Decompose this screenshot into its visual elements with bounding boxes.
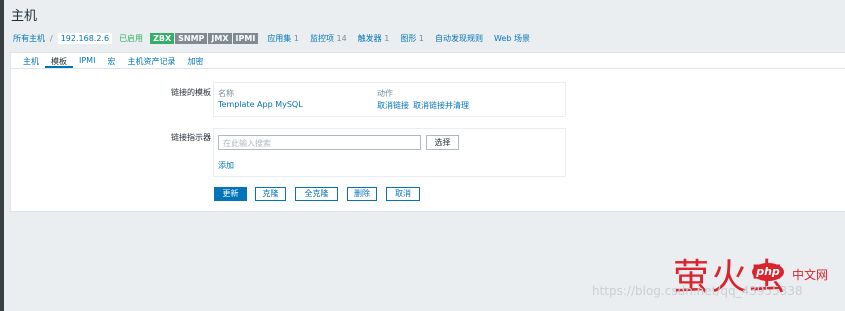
template-link[interactable]: Template App MySQL <box>218 100 303 109</box>
status-badge[interactable]: 已启用 <box>115 33 147 44</box>
cancel-button[interactable]: 取消 <box>386 187 420 201</box>
tab-templates[interactable]: 模板 <box>45 53 73 68</box>
link-items[interactable]: 监控项 14 <box>310 33 347 44</box>
tab-bar: 主机 模板 IPMI 宏 主机资产记录 加密 <box>11 53 845 69</box>
add-link[interactable]: 添加 <box>218 160 234 171</box>
tag-jmx: JMX <box>208 33 232 44</box>
link-indicator-box: 在此输入搜索 选择 添加 <box>213 128 566 177</box>
breadcrumb-host[interactable]: 192.168.2.6 <box>57 33 113 44</box>
col-action-header: 动作 <box>377 89 393 98</box>
col-name-header: 名称 <box>218 89 234 98</box>
linked-templates-table: 名称 动作 Template App MySQL 取消链接 取消链接并清理 <box>213 82 566 117</box>
tab-ipmi[interactable]: IPMI <box>73 53 101 68</box>
linked-templates-label: 链接的模板 <box>171 88 211 97</box>
watermark-php-logo: php <box>752 263 784 281</box>
clone-button[interactable]: 克隆 <box>255 187 286 201</box>
update-button[interactable]: 更新 <box>214 187 247 201</box>
link-indicator-label: 链接指示器 <box>171 133 211 142</box>
tab-inventory[interactable]: 主机资产记录 <box>121 53 181 68</box>
tab-host[interactable]: 主机 <box>17 53 45 68</box>
unlink-link[interactable]: 取消链接 <box>377 100 409 111</box>
template-search-input[interactable]: 在此输入搜索 <box>218 135 421 150</box>
choose-button[interactable]: 选择 <box>426 135 459 150</box>
full-clone-button[interactable]: 全克隆 <box>295 187 338 201</box>
link-graphs[interactable]: 图形 1 <box>400 33 424 44</box>
breadcrumb: 所有主机 / 192.168.2.6 已启用 ZBX SNMP JMX IPMI… <box>13 33 538 44</box>
availability-tags: ZBX SNMP JMX IPMI <box>150 33 259 44</box>
host-form-panel: 主机 模板 IPMI 宏 主机资产记录 加密 链接的模板 名称 动作 Templ… <box>10 52 845 212</box>
delete-button[interactable]: 删除 <box>347 187 377 201</box>
tab-encryption[interactable]: 加密 <box>181 53 209 68</box>
breadcrumb-all-hosts[interactable]: 所有主机 <box>13 33 45 44</box>
link-web-scenarios[interactable]: Web 场景 <box>494 33 530 44</box>
tag-snmp: SNMP <box>175 33 208 44</box>
link-triggers[interactable]: 触发器 1 <box>358 33 390 44</box>
tag-ipmi: IPMI <box>232 33 259 44</box>
watermark-url: https://blog.csdn.net/qq_43955338 <box>592 284 803 298</box>
breadcrumb-separator: / <box>50 34 53 43</box>
link-discovery-rules[interactable]: 自动发现规则 <box>435 33 483 44</box>
tab-macros[interactable]: 宏 <box>101 53 121 68</box>
unlink-and-clear-link[interactable]: 取消链接并清理 <box>413 100 469 111</box>
tag-zbx: ZBX <box>150 33 175 44</box>
link-applications[interactable]: 应用集 1 <box>267 33 299 44</box>
watermark-cn: 中文网 <box>792 268 829 282</box>
left-sidebar-edge <box>0 0 4 311</box>
page-title: 主机 <box>11 9 38 24</box>
